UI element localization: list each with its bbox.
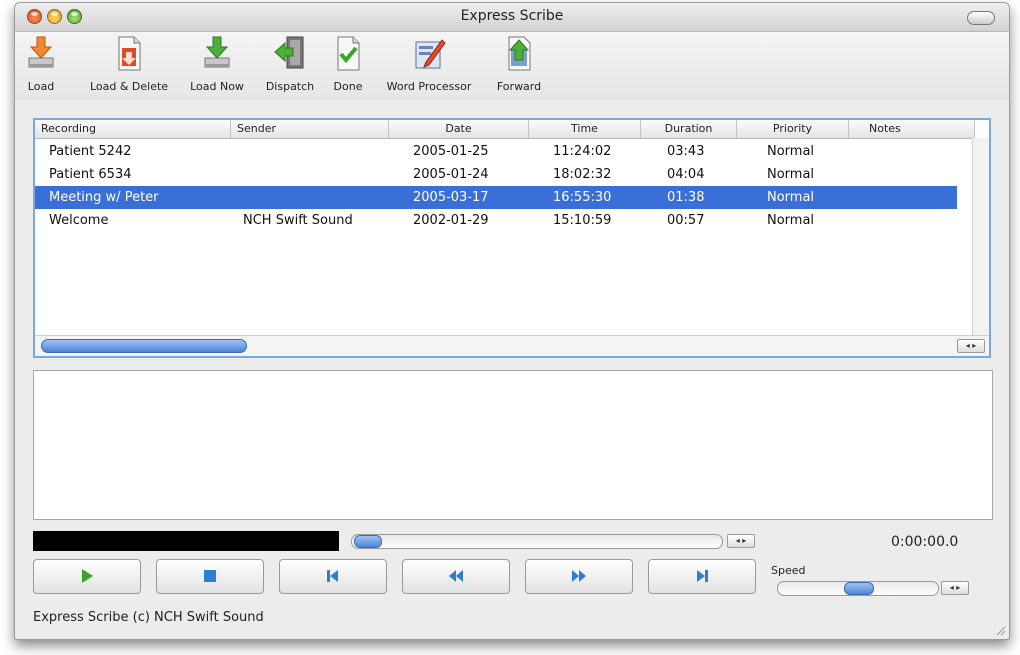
priority-cell: Normal: [767, 190, 815, 205]
skip-to-end-button[interactable]: [648, 559, 756, 594]
load-now-icon: [200, 34, 234, 72]
sender-cell: NCH Swift Sound: [243, 213, 353, 228]
position-arrows-icon[interactable]: ◂ ▸: [727, 534, 755, 548]
horizontal-scrollbar[interactable]: ◂ ▸: [35, 335, 989, 356]
resize-grip-icon[interactable]: [994, 624, 1006, 636]
time-cell: 15:10:59: [553, 213, 612, 228]
duration-cell: 01:38: [667, 190, 705, 205]
duration-cell: 03:43: [667, 144, 705, 159]
toolbar: Load Load & Delete Load Now Dispatch Don…: [15, 32, 1009, 100]
word-processor-label: Word Processor: [386, 80, 472, 93]
speed-arrows-icon[interactable]: ◂ ▸: [941, 581, 969, 595]
priority-cell: Normal: [767, 213, 815, 228]
load-now-label: Load Now: [190, 80, 244, 93]
column-header-duration[interactable]: Duration: [641, 120, 737, 138]
date-cell: 2005-03-17: [413, 190, 489, 205]
table-row-selected[interactable]: Meeting w/ Peter 2005-03-17 16:55:30 01:…: [35, 186, 957, 209]
word-processor-icon: [412, 34, 446, 72]
toolbar-toggle-button[interactable]: [967, 11, 995, 25]
dispatch-button[interactable]: Dispatch: [261, 34, 319, 93]
priority-cell: Normal: [767, 144, 815, 159]
dispatch-label: Dispatch: [265, 80, 315, 93]
duration-cell: 00:57: [667, 213, 705, 228]
vertical-scrollbar[interactable]: [972, 138, 989, 338]
done-icon: [331, 34, 365, 72]
column-header-notes[interactable]: Notes: [849, 120, 975, 138]
window-title: Express Scribe: [460, 8, 564, 24]
dispatch-icon: [273, 34, 307, 72]
load-icon: [24, 34, 58, 72]
play-icon: [34, 568, 140, 588]
scroll-arrows-icon[interactable]: ◂ ▸: [957, 339, 985, 353]
rewind-button[interactable]: [402, 559, 510, 594]
priority-cell: Normal: [767, 167, 815, 182]
forward-label: Forward: [496, 80, 542, 93]
skip-to-end-icon: [649, 568, 755, 588]
forward-button[interactable]: Forward: [491, 34, 547, 93]
time-cell: 18:02:32: [553, 167, 612, 182]
position-slider[interactable]: [351, 534, 723, 549]
table-row[interactable]: Patient 6534 2005-01-24 18:02:32 04:04 N…: [35, 163, 957, 186]
table-row[interactable]: Patient 5242 2005-01-25 11:24:02 03:43 N…: [35, 140, 957, 163]
column-header-recording[interactable]: Recording: [35, 120, 231, 138]
skip-to-start-button[interactable]: [279, 559, 387, 594]
horizontal-scroll-thumb[interactable]: [41, 339, 247, 353]
time-cell: 11:24:02: [553, 144, 612, 159]
load-label: Load: [27, 80, 55, 93]
skip-to-start-icon: [280, 568, 386, 588]
load-delete-icon: [112, 34, 146, 72]
main-window: Express Scribe Load Load & Delete Load N…: [14, 2, 1010, 640]
recording-cell: Meeting w/ Peter: [49, 190, 159, 205]
time-cell: 16:55:30: [553, 190, 612, 205]
column-header-priority[interactable]: Priority: [737, 120, 849, 138]
fast-forward-icon: [526, 568, 632, 588]
rewind-icon: [403, 568, 509, 588]
speed-label: Speed: [771, 564, 806, 577]
stop-button[interactable]: [156, 559, 264, 594]
recording-cell: Patient 5242: [49, 144, 132, 159]
load-delete-label: Load & Delete: [89, 80, 169, 93]
duration-cell: 04:04: [667, 167, 705, 182]
recordings-table[interactable]: Recording Sender Date Time Duration Prio…: [33, 118, 991, 358]
position-slider-thumb[interactable]: [354, 535, 382, 548]
column-header-sender[interactable]: Sender: [231, 120, 389, 138]
time-display: 0:00:00.0: [891, 534, 959, 550]
date-cell: 2002-01-29: [413, 213, 489, 228]
done-label: Done: [333, 80, 363, 93]
status-bar-text: Express Scribe (c) NCH Swift Sound: [33, 610, 264, 625]
fast-forward-button[interactable]: [525, 559, 633, 594]
speed-slider-thumb[interactable]: [844, 582, 874, 595]
recording-cell: Welcome: [49, 213, 109, 228]
table-row[interactable]: Welcome NCH Swift Sound 2002-01-29 15:10…: [35, 209, 957, 232]
recording-cell: Patient 6534: [49, 167, 132, 182]
load-delete-button[interactable]: Load & Delete: [83, 34, 175, 93]
date-cell: 2005-01-25: [413, 144, 489, 159]
waveform-display: [33, 531, 339, 551]
load-button[interactable]: Load: [21, 34, 61, 93]
play-button[interactable]: [33, 559, 141, 594]
stop-icon: [157, 568, 263, 588]
forward-icon: [502, 34, 536, 72]
load-now-button[interactable]: Load Now: [185, 34, 249, 93]
column-header-date[interactable]: Date: [389, 120, 529, 138]
word-processor-button[interactable]: Word Processor: [377, 34, 481, 93]
table-header: Recording Sender Date Time Duration Prio…: [35, 120, 975, 139]
speed-slider[interactable]: [777, 581, 939, 596]
column-header-time[interactable]: Time: [529, 120, 641, 138]
done-button[interactable]: Done: [328, 34, 368, 93]
notes-area[interactable]: [33, 370, 993, 520]
date-cell: 2005-01-24: [413, 167, 489, 182]
title-bar: Express Scribe: [15, 3, 1009, 32]
